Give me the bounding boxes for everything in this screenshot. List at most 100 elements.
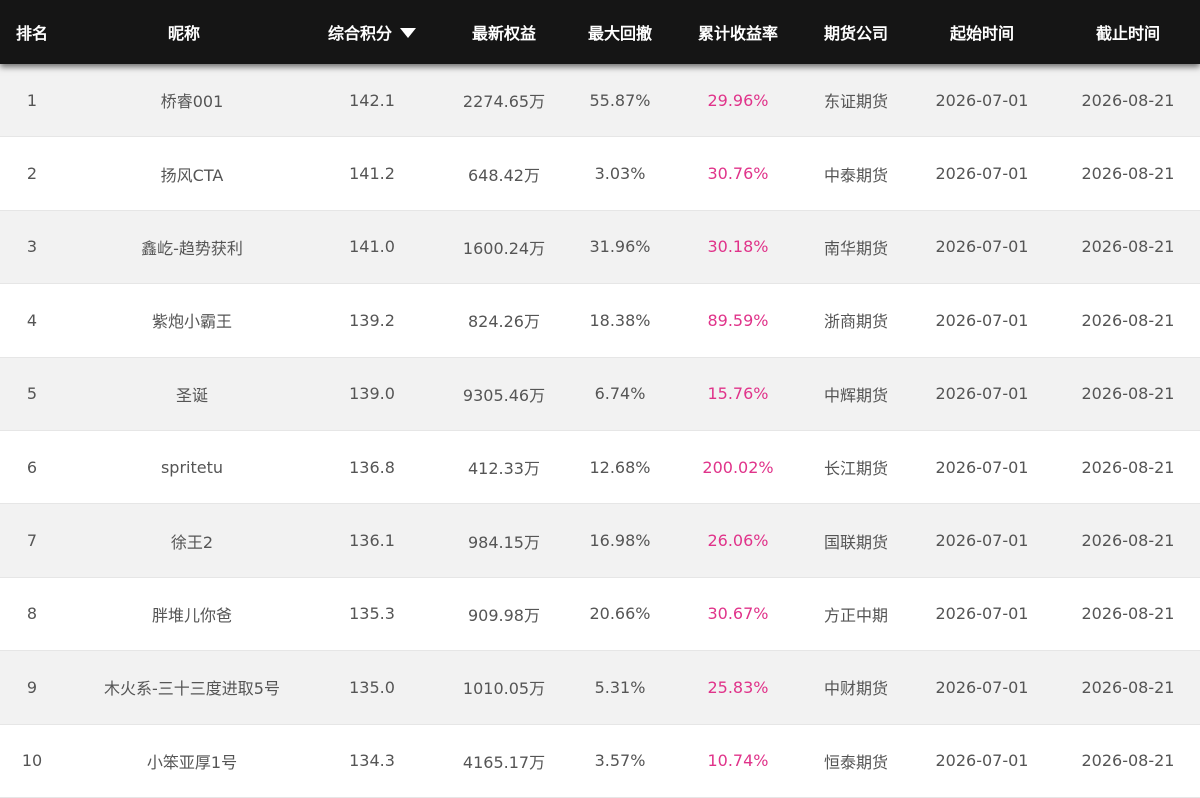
cell-score: 134.3 — [349, 751, 395, 771]
cell-rank: 7 — [26, 531, 38, 551]
cell-company: 中辉期货 — [823, 385, 888, 405]
cell-end-date: 2026-08-21 — [1081, 677, 1175, 697]
column-header-return-label: 累计收益率 — [697, 24, 778, 43]
cell-company: 南华期货 — [823, 238, 888, 258]
table-row[interactable]: 5 圣诞 139.0 9305.46万 6.74% 15.76% 中辉期货 2026-07-0… — [0, 357, 1200, 431]
cell-equity: 4165.17万 — [462, 752, 546, 772]
cell-drawdown: 3.03% — [594, 164, 646, 184]
cell-nickname[interactable]: 桥睿001 — [64, 88, 304, 112]
column-header-start-label: 起始时间 — [949, 24, 1014, 43]
nickname-link[interactable]: 桥睿001 — [96, 88, 288, 112]
cell-start-date: 2026-07-01 — [935, 604, 1029, 624]
cell-end-date: 2026-08-21 — [1081, 310, 1175, 330]
cell-rank: 5 — [26, 384, 38, 404]
nickname-link[interactable]: 圣诞 — [96, 382, 288, 406]
column-header-return[interactable]: 累计收益率 — [672, 0, 804, 64]
cell-end-date: 2026-08-21 — [1081, 751, 1175, 771]
table-row[interactable]: 1 桥睿001 142.1 2274.65万 55.87% 29.96% 东证期货 2026-… — [0, 64, 1200, 138]
cell-start-date: 2026-07-01 — [935, 237, 1029, 257]
cell-start-date: 2026-07-01 — [935, 384, 1029, 404]
cell-nickname[interactable]: spritetu — [64, 458, 304, 477]
column-header-rank-label: 排名 — [15, 24, 48, 43]
column-header-drawdown-label: 最大回撤 — [587, 24, 652, 43]
cell-drawdown: 3.57% — [594, 751, 646, 771]
table-row[interactable]: 7 徐王2 136.1 984.15万 16.98% 26.06% 国联期货 2026-07-… — [0, 504, 1200, 578]
ranking-table: 排名 昵称 综合积分 最新权益 最大回撤 累计收益率 期货公司 起始时间 截止时… — [0, 0, 1200, 798]
cell-drawdown: 6.74% — [594, 384, 646, 404]
column-header-nickname[interactable]: 昵称 — [64, 0, 304, 64]
table-row[interactable]: 2 扬风CTA 141.2 648.42万 3.03% 30.76% 中泰期货 2026-07… — [0, 137, 1200, 211]
cell-nickname[interactable]: 木火系-三十三度进取5号 — [64, 675, 304, 699]
cell-start-date: 2026-07-01 — [935, 751, 1029, 771]
cell-score: 136.1 — [349, 531, 395, 551]
cell-nickname[interactable]: 胖堆儿你爸 — [64, 602, 304, 626]
column-header-company[interactable]: 期货公司 — [804, 0, 908, 64]
table-row[interactable]: 8 胖堆儿你爸 135.3 909.98万 20.66% 30.67% 方正中期 2026-0… — [0, 577, 1200, 652]
cell-return: 30.67% — [707, 604, 769, 624]
cell-score: 139.0 — [349, 384, 395, 404]
table-row[interactable]: 4 紫炮小霸王 139.2 824.26万 18.38% 89.59% 浙商期货 2026-0… — [0, 284, 1200, 358]
cell-end-date: 2026-08-21 — [1081, 604, 1175, 624]
cell-score: 135.3 — [349, 604, 395, 624]
nickname-link[interactable]: 木火系-三十三度进取5号 — [96, 675, 288, 699]
cell-score: 139.2 — [349, 310, 395, 330]
cell-company: 中财期货 — [823, 679, 888, 699]
cell-end-date: 2026-08-21 — [1081, 237, 1175, 257]
cell-equity: 824.26万 — [468, 312, 540, 332]
cell-rank: 1 — [26, 90, 38, 110]
cell-score: 142.1 — [349, 90, 395, 110]
cell-rank: 9 — [26, 677, 38, 697]
cell-start-date: 2026-07-01 — [935, 531, 1029, 551]
cell-end-date: 2026-08-21 — [1081, 457, 1175, 477]
nickname-link[interactable]: spritetu — [96, 458, 288, 477]
table-row[interactable]: 10 小笨亚厚1号 134.3 4165.17万 3.57% 10.74% 恒泰期货 2026… — [0, 724, 1200, 798]
table-row[interactable]: 9 木火系-三十三度进取5号 135.0 1010.05万 5.31% 25.83% 中财期… — [0, 651, 1200, 725]
nickname-link[interactable]: 徐王2 — [96, 529, 288, 553]
column-header-equity[interactable]: 最新权益 — [440, 0, 568, 64]
cell-start-date: 2026-07-01 — [935, 164, 1029, 184]
cell-equity: 984.15万 — [468, 532, 540, 552]
column-header-start[interactable]: 起始时间 — [908, 0, 1056, 64]
cell-company: 方正中期 — [823, 605, 888, 625]
cell-equity: 648.42万 — [468, 165, 540, 185]
column-header-drawdown[interactable]: 最大回撤 — [568, 0, 672, 64]
cell-return: 26.06% — [707, 531, 769, 551]
nickname-link[interactable]: 紫炮小霸王 — [96, 308, 288, 332]
table-row[interactable]: 3 鑫屹-趋势获利 141.0 1600.24万 31.96% 30.18% 南华期货 202… — [0, 210, 1200, 285]
cell-rank: 8 — [26, 604, 38, 624]
cell-rank: 4 — [26, 310, 38, 330]
cell-rank: 10 — [21, 751, 43, 771]
cell-start-date: 2026-07-01 — [935, 90, 1029, 110]
caret-down-icon[interactable] — [400, 28, 416, 38]
cell-company: 恒泰期货 — [823, 752, 888, 772]
column-header-end[interactable]: 截止时间 — [1056, 0, 1200, 64]
cell-nickname[interactable]: 紫炮小霸王 — [64, 308, 304, 332]
cell-end-date: 2026-08-21 — [1081, 164, 1175, 184]
cell-rank: 3 — [26, 237, 38, 257]
table-row[interactable]: 6 spritetu 136.8 412.33万 12.68% 200.02% 长江期货 20… — [0, 430, 1200, 505]
nickname-link[interactable]: 胖堆儿你爸 — [96, 602, 288, 626]
cell-nickname[interactable]: 小笨亚厚1号 — [64, 749, 304, 773]
nickname-link[interactable]: 小笨亚厚1号 — [96, 749, 288, 773]
cell-nickname[interactable]: 徐王2 — [64, 529, 304, 553]
cell-end-date: 2026-08-21 — [1081, 384, 1175, 404]
cell-nickname[interactable]: 圣诞 — [64, 382, 304, 406]
column-header-end-label: 截止时间 — [1095, 24, 1160, 43]
column-header-rank[interactable]: 排名 — [0, 0, 64, 64]
cell-start-date: 2026-07-01 — [935, 457, 1029, 477]
cell-score: 135.0 — [349, 677, 395, 697]
nickname-link[interactable]: 扬风CTA — [96, 162, 288, 186]
cell-return: 30.76% — [707, 164, 769, 184]
cell-return: 10.74% — [707, 751, 769, 771]
cell-drawdown: 20.66% — [589, 604, 651, 624]
cell-drawdown: 12.68% — [589, 457, 651, 477]
cell-nickname[interactable]: 鑫屹-趋势获利 — [64, 235, 304, 259]
column-header-score-label: 综合积分 — [327, 24, 392, 43]
cell-nickname[interactable]: 扬风CTA — [64, 162, 304, 186]
column-header-score[interactable]: 综合积分 — [304, 0, 440, 64]
cell-rank: 2 — [26, 164, 38, 184]
cell-drawdown: 31.96% — [589, 237, 651, 257]
cell-drawdown: 18.38% — [589, 310, 651, 330]
nickname-link[interactable]: 鑫屹-趋势获利 — [96, 235, 288, 259]
cell-drawdown: 55.87% — [589, 90, 651, 110]
